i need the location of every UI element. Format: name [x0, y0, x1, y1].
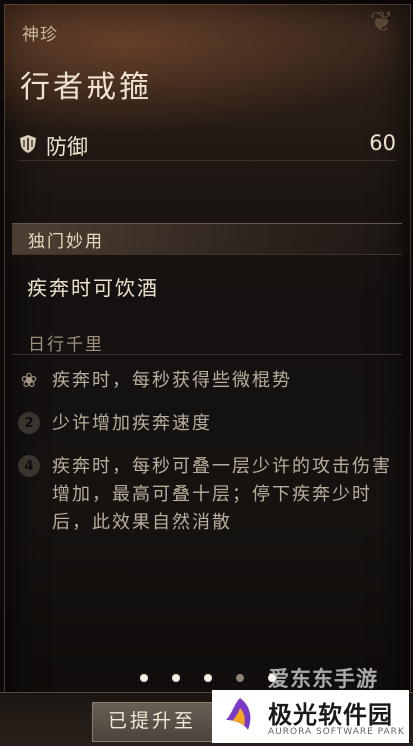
item-title: 行者戒箍 [20, 70, 152, 105]
aurora-logo-icon [226, 698, 251, 730]
set-bonus-title: 日行千里 [28, 335, 104, 355]
lotus-icon: ❀ [20, 368, 38, 392]
item-category: 神珍 [22, 25, 58, 45]
tier-badge-icon: 4 [18, 455, 40, 477]
page-dot[interactable] [172, 674, 180, 682]
unique-use-title: 独门妙用 [28, 232, 104, 252]
set-effect-text: 疾奔时，每秒获得些微棍势 [52, 370, 292, 391]
upgrade-status-label: 已提升至 [108, 710, 197, 732]
defense-stat-row: 防御 60 [18, 128, 396, 160]
set-effect-item: 4 疾奔时，每秒可叠一层少许的攻击伤害增加，最高可叠十层；停下疾奔少时后，此效果… [18, 453, 390, 573]
stat-label: 防御 [46, 135, 88, 159]
watermark-text: 爱东东手游 [268, 667, 378, 691]
page-dot[interactable] [140, 674, 148, 682]
unique-use-description: 疾奔时可饮酒 [27, 276, 159, 300]
tier-badge-icon: 2 [18, 412, 40, 434]
divider [18, 160, 396, 161]
shield-icon [20, 135, 36, 153]
stat-value: 60 [369, 131, 396, 155]
set-effect-item: 2 少许增加疾奔速度 [18, 410, 388, 440]
logo-en-text: AURORA SOFTWARE PARK [268, 727, 405, 737]
divider [12, 354, 402, 355]
set-effect-text: 少许增加疾奔速度 [52, 413, 212, 434]
corner-ornament-icon: ❦ [370, 5, 394, 38]
page-dot[interactable] [204, 674, 212, 682]
set-effect-item: ❀ 疾奔时，每秒获得些微棍势 [18, 367, 388, 397]
page-dot-active[interactable] [236, 674, 244, 682]
logo-cn-text: 极光软件园 [268, 701, 393, 729]
set-effect-text: 疾奔时，每秒可叠一层少许的攻击伤害增加，最高可叠十层；停下疾奔少时后，此效果自然… [52, 456, 392, 533]
